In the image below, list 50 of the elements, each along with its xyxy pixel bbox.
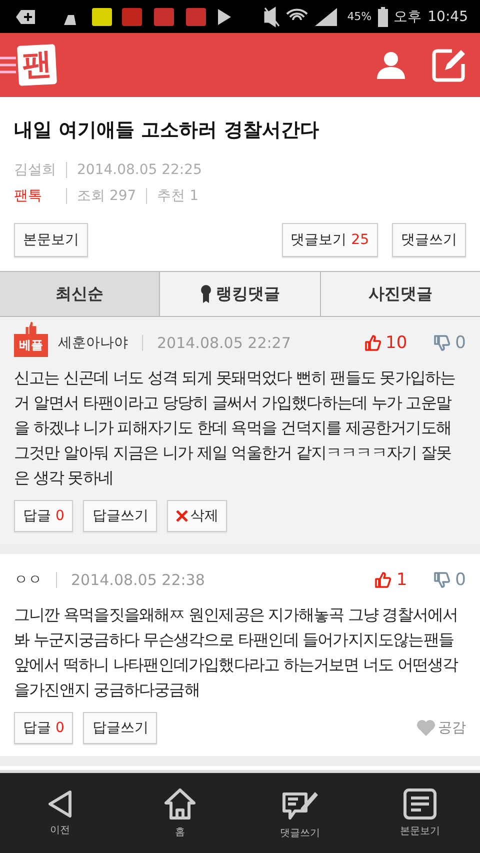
comment-author: 세훈아나야 [58, 334, 128, 352]
nav-button[interactable]: 댓글쓰기 [240, 773, 360, 853]
post-title: 내일 여기애들 고소하러 경찰서간다 [14, 118, 320, 143]
view-post-button[interactable]: 본문보기 [14, 223, 88, 257]
post-category[interactable]: 팬톡 [14, 183, 42, 209]
comment-date: 2014.08.05 22:27 [157, 334, 291, 352]
reply-button[interactable]: 답글쓰기 [83, 712, 158, 744]
sort-tab[interactable]: 최신순 [0, 272, 160, 316]
comment-text: 그니깐 욕먹을짓을왜해ㅉ 원인제공은 지가해놓곡 그냥 경찰서에서 봐 누군지궁금하다 무슨생각으로 타팬인데 들어가지지도않는팬들 앞에서 떡하니 나타팬인데가입했다라고 하는거보면 너도 어떤생각을가진앤지 궁금하다궁금해 [14, 604, 460, 701]
edit-icon[interactable] [432, 48, 466, 82]
battery-icon [378, 6, 388, 26]
clock-ampm: 오후 [394, 8, 422, 26]
sort-tab[interactable]: 사진댓글 [320, 272, 480, 316]
thumbs-up-icon [374, 571, 392, 589]
document-icon [403, 788, 437, 820]
replies-button[interactable]: 답글 0 [14, 712, 74, 744]
sort-tab[interactable]: 랭킹댓글 [159, 272, 320, 316]
comment-text: 신고는 신곤데 너도 성격 되게 못돼먹었다 뻔히 팬들도 못가입하는거 알면서 타팬이라고 당당히 글써서 가입했다하는데 누가 고운말을 하겠냐 니가 피해자기도 한데 욕먹을 건덕지를 제공한거기도해 그것만 알아둬 지금은 니가 제일 억울한거 같지ㅋㅋㅋㅋ자기 잘못은 생각 못하네 [14, 367, 456, 489]
nav-button[interactable]: 홈 [120, 773, 240, 853]
write-comment-button[interactable]: 댓글쓰기 [392, 223, 466, 257]
dislike-count: 0 [455, 570, 466, 590]
thumbs-down-icon [433, 334, 452, 352]
empathize-button[interactable]: 공감 [416, 712, 466, 744]
reply-button[interactable]: 답글쓰기 [83, 500, 158, 532]
home-icon [163, 787, 197, 821]
profile-icon[interactable] [376, 50, 406, 80]
heart-icon [416, 719, 436, 737]
post-date: 2014.08.05 22:25 [77, 161, 202, 180]
recommend-count: 추천 1 [157, 187, 199, 206]
close-icon [176, 510, 188, 522]
delete-button[interactable]: 삭제 [167, 500, 228, 532]
nav-button[interactable]: 본문보기 [360, 773, 480, 853]
thumbs-down-icon [433, 571, 452, 589]
view-count: 조회 297 [77, 187, 136, 206]
menu-icon[interactable] [0, 55, 16, 75]
app-logo[interactable]: 팬 [16, 44, 58, 86]
nav-button[interactable]: 이전 [0, 773, 120, 853]
medal-icon [200, 284, 212, 304]
like-count: 1 [396, 570, 408, 590]
comment-author: ㅇㅇ [14, 571, 42, 589]
dislike-count: 0 [455, 333, 466, 353]
view-comments-button[interactable]: 댓글보기 25 [282, 223, 378, 257]
like-count: 10 [386, 333, 408, 353]
battery-percent: 45% [347, 10, 372, 23]
clock-time: 10:45 [428, 8, 468, 24]
replies-button[interactable]: 답글 0 [14, 500, 74, 532]
thumbs-up-icon [364, 334, 382, 352]
post-author: 김설희 [14, 161, 56, 180]
comment-date: 2014.08.05 22:38 [71, 571, 205, 589]
back-icon [46, 789, 74, 819]
